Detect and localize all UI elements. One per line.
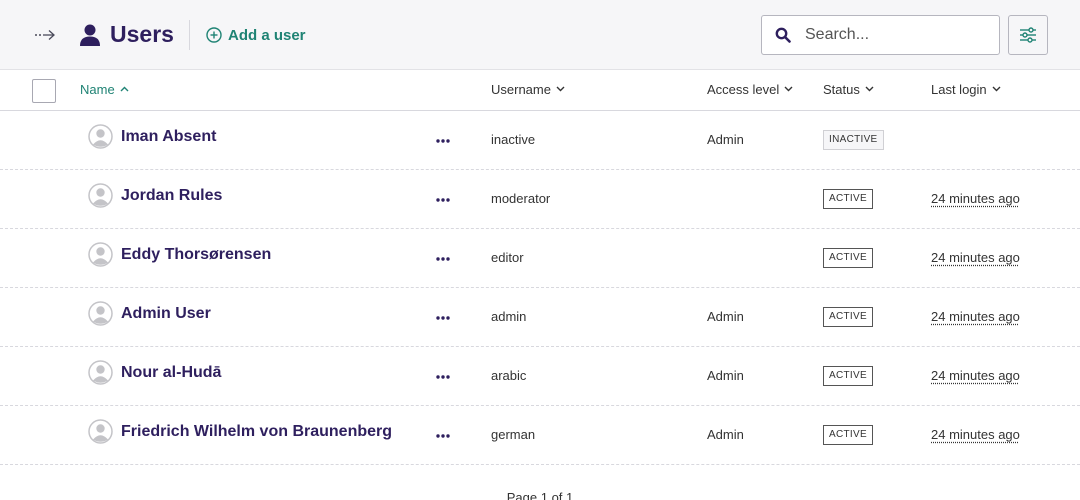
- sidebar-toggle-icon[interactable]: [30, 24, 60, 46]
- page-header: Users Add a user: [0, 0, 1080, 70]
- user-name-link[interactable]: Iman Absent: [121, 128, 216, 146]
- username-cell: moderator: [491, 191, 550, 206]
- chevron-down-icon: [865, 85, 874, 94]
- avatar-icon: [88, 419, 113, 444]
- column-header-access-level[interactable]: Access level: [707, 82, 793, 97]
- pagination-label: Page 1 of 1: [0, 490, 1080, 500]
- last-login-cell: 24 minutes ago: [931, 191, 1020, 206]
- last-login-cell: 24 minutes ago: [931, 427, 1020, 442]
- avatar-icon: [88, 360, 113, 385]
- more-actions-icon[interactable]: [434, 310, 452, 326]
- add-user-button[interactable]: Add a user: [206, 25, 306, 45]
- last-login-cell: 24 minutes ago: [931, 309, 1020, 324]
- add-user-label: Add a user: [228, 27, 306, 44]
- select-all-checkbox[interactable]: [32, 79, 56, 103]
- table-row: Iman Absent inactive Admin INACTIVE: [0, 111, 1080, 170]
- table-row: Admin User admin Admin ACTIVE 24 minutes…: [0, 288, 1080, 347]
- avatar-icon: [88, 242, 113, 267]
- column-header-last-login[interactable]: Last login: [931, 82, 1001, 97]
- column-header-username[interactable]: Username: [491, 82, 565, 97]
- username-cell: editor: [491, 250, 524, 265]
- access-level-cell: Admin: [707, 368, 744, 383]
- column-label: Access level: [707, 82, 779, 97]
- last-login-cell: 24 minutes ago: [931, 368, 1020, 383]
- access-level-cell: Admin: [707, 132, 744, 147]
- user-icon: [80, 24, 100, 46]
- avatar-icon: [88, 301, 113, 326]
- table-row: Eddy Thorsørensen editor ACTIVE 24 minut…: [0, 229, 1080, 288]
- header-divider: [189, 20, 190, 50]
- status-badge: ACTIVE: [823, 189, 873, 209]
- column-label: Status: [823, 82, 860, 97]
- column-header-status[interactable]: Status: [823, 82, 874, 97]
- avatar-icon: [88, 124, 113, 149]
- chevron-down-icon: [556, 85, 565, 94]
- status-badge: ACTIVE: [823, 366, 873, 386]
- table-row: Jordan Rules moderator ACTIVE 24 minutes…: [0, 170, 1080, 229]
- status-badge: ACTIVE: [823, 248, 873, 268]
- more-actions-icon[interactable]: [434, 192, 452, 208]
- user-name-link[interactable]: Eddy Thorsørensen: [121, 246, 271, 264]
- more-actions-icon[interactable]: [434, 251, 452, 267]
- more-actions-icon[interactable]: [434, 428, 452, 444]
- username-cell: inactive: [491, 132, 535, 147]
- user-name-link[interactable]: Friedrich Wilhelm von Braunenberg: [121, 423, 392, 441]
- status-badge: INACTIVE: [823, 130, 884, 150]
- column-header-name[interactable]: Name: [80, 82, 129, 97]
- table-header: Name Username Access level Status Last l…: [0, 71, 1080, 111]
- column-label: Username: [491, 82, 551, 97]
- username-cell: arabic: [491, 368, 526, 383]
- table-row: Nour al-Hudā arabic Admin ACTIVE 24 minu…: [0, 347, 1080, 406]
- access-level-cell: Admin: [707, 427, 744, 442]
- chevron-down-icon: [784, 85, 793, 94]
- filter-button[interactable]: [1008, 15, 1048, 55]
- user-name-link[interactable]: Nour al-Hudā: [121, 364, 221, 382]
- more-actions-icon[interactable]: [434, 369, 452, 385]
- search-input[interactable]: [805, 26, 985, 44]
- column-label: Name: [80, 82, 115, 97]
- table-row: Friedrich Wilhelm von Braunenberg german…: [0, 406, 1080, 465]
- access-level-cell: Admin: [707, 309, 744, 324]
- status-badge: ACTIVE: [823, 307, 873, 327]
- search-icon: [775, 27, 791, 43]
- column-label: Last login: [931, 82, 987, 97]
- user-name-link[interactable]: Admin User: [121, 305, 211, 323]
- more-actions-icon[interactable]: [434, 133, 452, 149]
- chevron-down-icon: [992, 85, 1001, 94]
- user-name-link[interactable]: Jordan Rules: [121, 187, 222, 205]
- page-title: Users: [110, 20, 174, 48]
- username-cell: admin: [491, 309, 526, 324]
- status-badge: ACTIVE: [823, 425, 873, 445]
- username-cell: german: [491, 427, 535, 442]
- sliders-icon: [1019, 27, 1037, 43]
- last-login-cell: 24 minutes ago: [931, 250, 1020, 265]
- chevron-up-icon: [120, 85, 129, 94]
- plus-circle-icon: [206, 27, 222, 43]
- search-box: [761, 15, 1000, 55]
- avatar-icon: [88, 183, 113, 208]
